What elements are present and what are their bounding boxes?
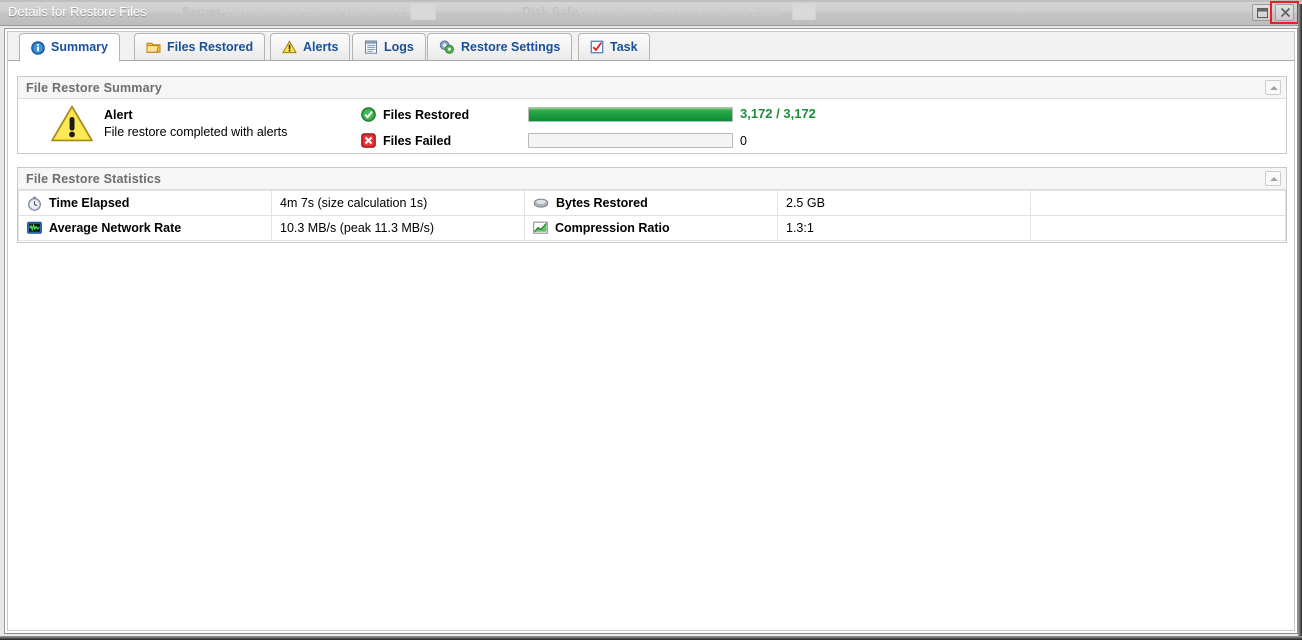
file-restore-summary-panel: File Restore Summary Alert File restore … xyxy=(17,76,1287,154)
files-failed-label: Files Failed xyxy=(383,133,452,148)
gears-icon xyxy=(439,40,455,54)
tab-files-restored[interactable]: Files Restored xyxy=(134,33,266,60)
chevron-up-icon xyxy=(1270,177,1278,181)
window-titlebar: Details for Restore Files Server Develop… xyxy=(0,0,1302,26)
tab-task[interactable]: Task xyxy=(578,33,650,60)
stopwatch-icon xyxy=(27,196,42,211)
tab-alerts[interactable]: Alerts xyxy=(270,33,351,60)
checkbox-task-icon xyxy=(590,40,604,54)
summary-panel-collapse-button[interactable] xyxy=(1265,80,1281,95)
document-lines-icon xyxy=(364,40,378,54)
window-client-inner: Summary Files Restored Alerts Logs Resto… xyxy=(7,31,1295,631)
files-failed-value: 0 xyxy=(740,134,747,148)
alert-title: Alert xyxy=(104,108,133,123)
info-icon xyxy=(31,40,45,55)
window-shadow-bottom xyxy=(0,636,1302,640)
tab-files-restored-label: Files Restored xyxy=(167,39,254,54)
files-restored-progress-bar xyxy=(528,107,733,122)
titlebar-top-edge xyxy=(0,0,1302,2)
time-elapsed-label: Time Elapsed xyxy=(49,196,130,210)
time-elapsed-value: 4m 7s (size calculation 1s) xyxy=(271,190,525,216)
bytes-restored-label-cell: Bytes Restored xyxy=(524,190,778,216)
alert-message: File restore completed with alerts xyxy=(104,125,288,139)
statistics-panel-header: File Restore Statistics xyxy=(18,168,1286,190)
average-network-rate-label: Average Network Rate xyxy=(49,221,182,235)
bytes-restored-value: 2.5 GB xyxy=(777,190,1031,216)
warning-triangle-icon xyxy=(282,40,297,54)
alert-texts: Alert File restore completed with alerts xyxy=(104,107,287,141)
folder-icon xyxy=(146,40,161,54)
warning-triangle-icon xyxy=(50,104,94,144)
chevron-up-icon xyxy=(1270,86,1278,90)
disk-icon xyxy=(533,196,549,210)
summary-panel-title: File Restore Summary xyxy=(26,80,162,95)
empty-cell xyxy=(1030,190,1286,216)
table-row: Time Elapsed 4m 7s (size calculation 1s) xyxy=(18,190,1286,216)
statistics-table: Time Elapsed 4m 7s (size calculation 1s) xyxy=(18,190,1286,241)
bytes-restored-label: Bytes Restored xyxy=(556,196,648,210)
background-label-disksafe: Disk Safe xyxy=(522,5,579,19)
window-client-area: Summary Files Restored Alerts Logs Resto… xyxy=(4,28,1298,634)
table-row: Average Network Rate 10.3 MB/s (peak 11.… xyxy=(18,215,1286,241)
empty-cell xyxy=(1030,215,1286,241)
tab-alerts-label: Alerts xyxy=(303,39,339,54)
time-elapsed-label-cell: Time Elapsed xyxy=(18,190,272,216)
file-restore-statistics-panel: File Restore Statistics Time Elapsed 4m … xyxy=(17,167,1287,243)
alert-block: Alert File restore completed with alerts xyxy=(50,104,287,144)
tab-summary-label: Summary xyxy=(51,40,108,55)
background-box-1 xyxy=(410,3,436,20)
compression-ratio-value: 1.3:1 xyxy=(777,215,1031,241)
average-network-rate-label-cell: Average Network Rate xyxy=(18,215,272,241)
tab-summary[interactable]: Summary xyxy=(19,33,120,62)
background-value-server: Development Server Windows 2008 xyxy=(226,5,426,19)
statistics-panel-collapse-button[interactable] xyxy=(1265,171,1281,186)
window-title: Details for Restore Files xyxy=(8,4,147,19)
red-x-icon xyxy=(361,133,376,148)
files-restored-progress-fill xyxy=(529,108,732,121)
details-window: Details for Restore Files Server Develop… xyxy=(0,0,1302,640)
average-network-rate-value: 10.3 MB/s (peak 11.3 MB/s) xyxy=(271,215,525,241)
tab-task-label: Task xyxy=(610,39,638,54)
chart-icon xyxy=(533,221,548,235)
background-value-disksafe: Development Server Windows 2008 xyxy=(580,5,780,19)
tab-logs-label: Logs xyxy=(384,39,414,54)
files-restored-value: 3,172 / 3,172 xyxy=(740,106,816,121)
compression-ratio-label-cell: Compression Ratio xyxy=(524,215,778,241)
tab-strip: Summary Files Restored Alerts Logs Resto… xyxy=(8,32,1294,62)
summary-panel-header: File Restore Summary xyxy=(18,77,1286,99)
green-check-icon xyxy=(361,107,376,122)
window-shadow-right xyxy=(1298,4,1302,640)
compression-ratio-label: Compression Ratio xyxy=(555,221,670,235)
restore-window-icon xyxy=(1257,8,1268,18)
tab-restore-settings-label: Restore Settings xyxy=(461,39,561,54)
summary-panel-body: Alert File restore completed with alerts xyxy=(18,99,1286,152)
tab-logs[interactable]: Logs xyxy=(352,33,426,60)
background-box-2 xyxy=(792,3,816,20)
background-label-server: Server xyxy=(182,5,221,19)
files-restored-label: Files Restored xyxy=(383,107,470,122)
restore-window-button[interactable] xyxy=(1252,4,1271,21)
files-failed-progress-bar xyxy=(528,133,733,148)
close-button-highlight xyxy=(1270,1,1299,24)
files-restored-label-row: Files Restored xyxy=(361,107,469,122)
files-failed-label-row: Files Failed xyxy=(361,133,451,148)
statistics-panel-title: File Restore Statistics xyxy=(26,171,162,186)
tab-restore-settings[interactable]: Restore Settings xyxy=(427,33,573,60)
network-monitor-icon xyxy=(27,221,42,235)
